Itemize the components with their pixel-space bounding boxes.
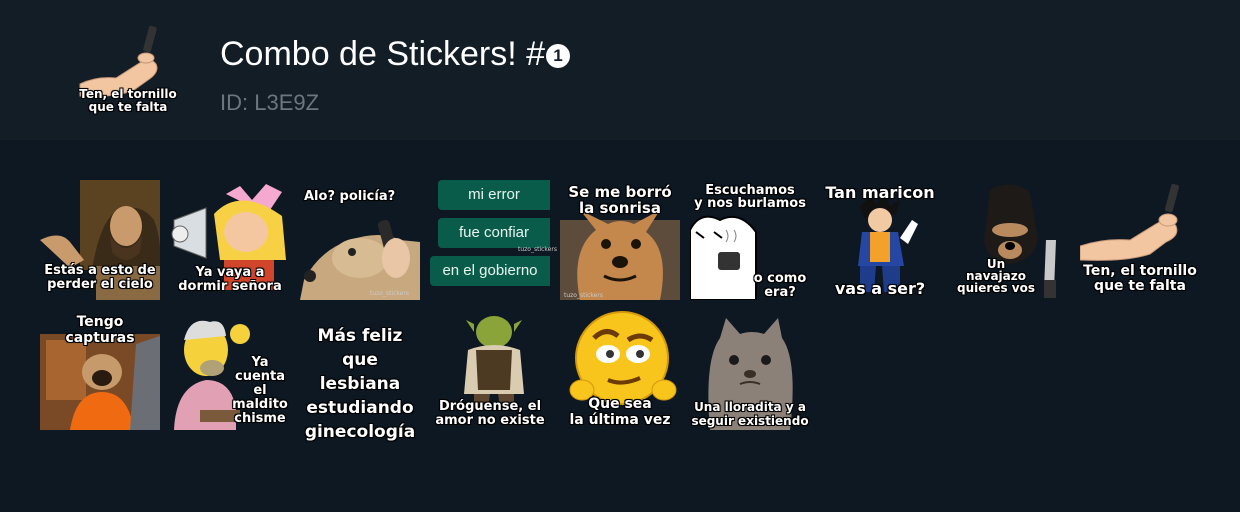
sticker-caption-bottom: vas a ser? [834, 279, 926, 298]
sticker-caption-top: Tan maricon [825, 183, 935, 202]
sticker-dog-phone[interactable]: Alo? policía? tuzo_stickers [300, 180, 420, 300]
chat-bubble-1: mi error [438, 180, 550, 210]
sticker-caption: Tengo capturas [65, 314, 135, 346]
sticker-flork-coffee[interactable]: Escuchamos y nos burlamos o como era? [690, 180, 810, 300]
sticker-caption: Ten, el tornillo que te falta [1083, 263, 1197, 294]
watermark: tuzo_stickers [518, 246, 557, 253]
sticker-chat-bubbles[interactable]: mi error fue confiar en el gobierno tuzo… [430, 180, 557, 300]
sticker-emoji-face[interactable]: Que sea la última vez [560, 310, 680, 430]
watermark: tuzo_stickers [370, 290, 409, 297]
pack-id: ID: L3E9Z [220, 90, 320, 115]
sticker-helga-megaphone[interactable]: Ya vaya a dormir señora [170, 180, 290, 300]
watermark: tuzo_stickers [564, 292, 603, 299]
sticker-caption: Que sea la última vez [569, 396, 671, 428]
chat-bubble-3: en el gobierno [430, 256, 550, 286]
sticker-caption: Una lloradita y a seguir existiendo [691, 400, 809, 428]
sticker-caption: Un navajazo quieres vos [957, 257, 1035, 295]
chat-bubble-2: fue confiar [438, 218, 550, 248]
pack-thumbnail: Ten, el tornillo que te falta [76, 24, 180, 120]
sticker-text-only[interactable]: Más feliz que lesbiana estudiando gineco… [300, 310, 420, 442]
sticker-caption: Ya cuenta el maldito chisme [232, 355, 288, 426]
sticker-caption: Ya vaya a dormir señora [178, 265, 282, 294]
sticker-caption-bottom: o como era? [753, 271, 807, 300]
pack-thumbnail-caption: Ten, el tornillo que te falta [79, 87, 177, 114]
sticker-sad-cat[interactable]: Una lloradita y a seguir existiendo [690, 310, 810, 430]
sticker-balaclava-dog[interactable]: Un navajazo quieres vos [950, 180, 1070, 300]
sticker-caption: Estás a esto de perder el cielo [44, 263, 156, 292]
sticker-caption-top: Escuchamos y nos burlamos [694, 183, 806, 211]
sticker-pug-laptop[interactable]: Tengo capturas [40, 310, 160, 430]
sticker-jesus[interactable]: Estás a esto de perder el cielo [40, 180, 160, 300]
sticker-grandpa-simpson[interactable]: Ya cuenta el maldito chisme [170, 310, 290, 430]
pack-title: Combo de Stickers! #1 [220, 34, 571, 74]
sticker-caption: Se me borró la sonrisa [568, 183, 672, 217]
sticker-caption: Alo? policía? [304, 189, 396, 204]
pack-header: Ten, el tornillo que te falta Combo de S… [0, 0, 1240, 140]
sticker-caption: Dróguense, el amor no existe [435, 399, 545, 428]
number-one-badge: 1 [546, 44, 571, 68]
sticker-shrek[interactable]: Dróguense, el amor no existe [430, 310, 550, 430]
sticker-vegito[interactable]: Tan maricon vas a ser? [820, 180, 940, 300]
sticker-caption: Más feliz que lesbiana estudiando gineco… [304, 326, 416, 442]
sticker-dog-smile[interactable]: Se me borró la sonrisa tuzo_stickers [560, 180, 680, 300]
sticker-screw-hand[interactable]: Ten, el tornillo que te falta [1080, 180, 1200, 300]
pack-title-text: Combo de Stickers! # [220, 35, 546, 73]
